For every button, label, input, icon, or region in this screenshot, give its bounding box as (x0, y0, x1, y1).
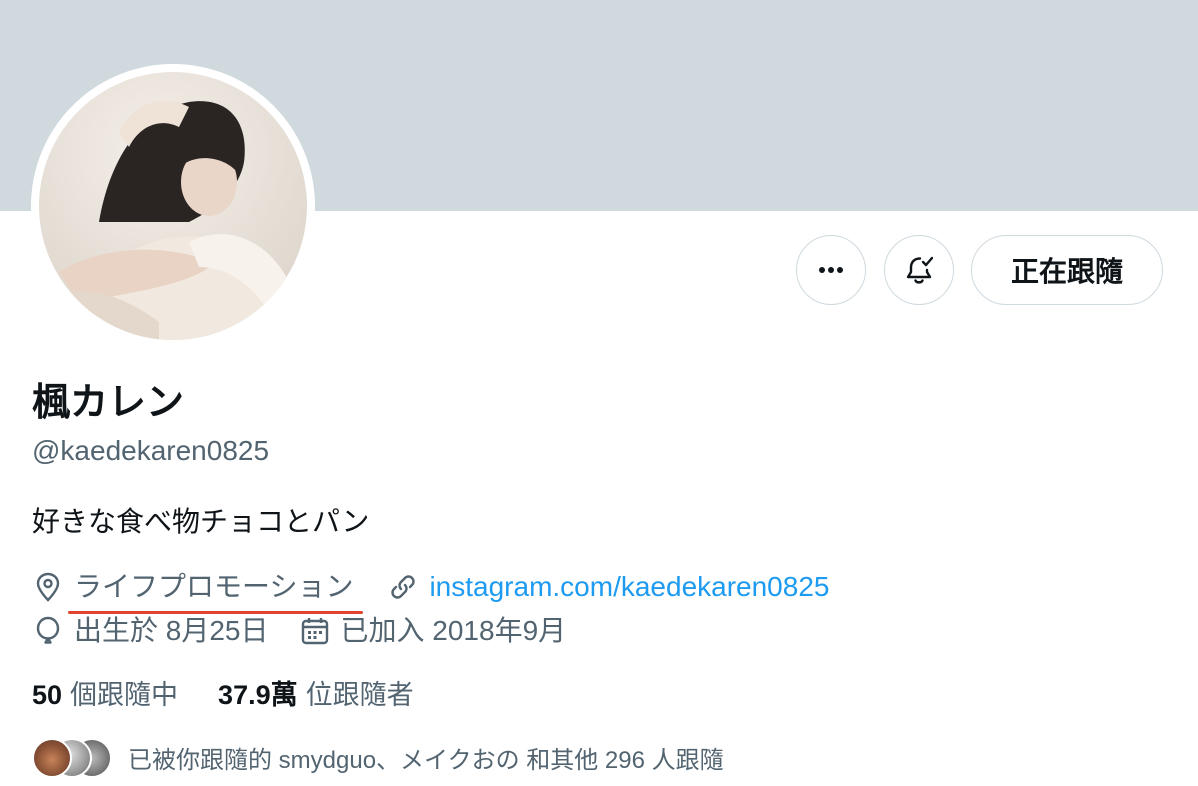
following-label: 個跟隨中 (70, 680, 179, 710)
link-icon (391, 575, 416, 599)
display-name: 楓カレン (32, 382, 185, 424)
follower-avatar (32, 738, 72, 778)
profile-meta-row-2: 出生於 8月25日 已加入 2018年9月 (32, 612, 566, 650)
profile-meta-row-1: ライフプロモーション instagram.com/kaedekaren0825 (32, 568, 829, 614)
balloon-icon (36, 616, 60, 644)
location-pin-icon (36, 572, 60, 602)
birthday-item: 出生於 8月25日 (32, 612, 269, 650)
follower-avatars (32, 738, 112, 778)
profile-avatar[interactable] (31, 64, 315, 348)
profile-bio: 好きな食べ物チョコとパン (32, 506, 370, 537)
followers-you-know[interactable]: 已被你跟隨的 smydguo、メイクおの 和其他 296 人跟隨 (32, 738, 724, 778)
calendar-icon (301, 618, 328, 645)
user-handle: @kaedekaren0825 (32, 435, 270, 466)
birthday-text: 出生於 8月25日 (74, 615, 269, 646)
following-count: 50 (32, 680, 63, 710)
bell-subscribed-icon (906, 256, 934, 284)
followers-count: 37.9萬 (218, 680, 298, 710)
more-button[interactable] (796, 235, 866, 305)
location-item: ライフプロモーション (32, 568, 364, 614)
followers-label: 位跟隨者 (305, 680, 414, 710)
followers-you-know-text: 已被你跟隨的 smydguo、メイクおの 和其他 296 人跟隨 (128, 746, 724, 774)
more-icon (819, 267, 843, 273)
following-button[interactable]: 正在跟隨 (971, 235, 1163, 305)
location-text: ライフプロモーション (67, 568, 364, 614)
followers-stat[interactable]: 37.9萬 位跟隨者 (218, 676, 414, 714)
joined-text: 已加入 2018年9月 (340, 615, 567, 646)
joined-item: 已加入 2018年9月 (299, 612, 567, 650)
notifications-button[interactable] (884, 235, 954, 305)
website-item[interactable]: instagram.com/kaedekaren0825 (387, 568, 829, 606)
follow-stats: 50 個跟隨中 37.9萬 位跟隨者 (32, 676, 414, 714)
website-link[interactable]: instagram.com/kaedekaren0825 (429, 568, 829, 606)
avatar-photo (39, 72, 307, 340)
following-stat[interactable]: 50 個跟隨中 (32, 676, 178, 714)
